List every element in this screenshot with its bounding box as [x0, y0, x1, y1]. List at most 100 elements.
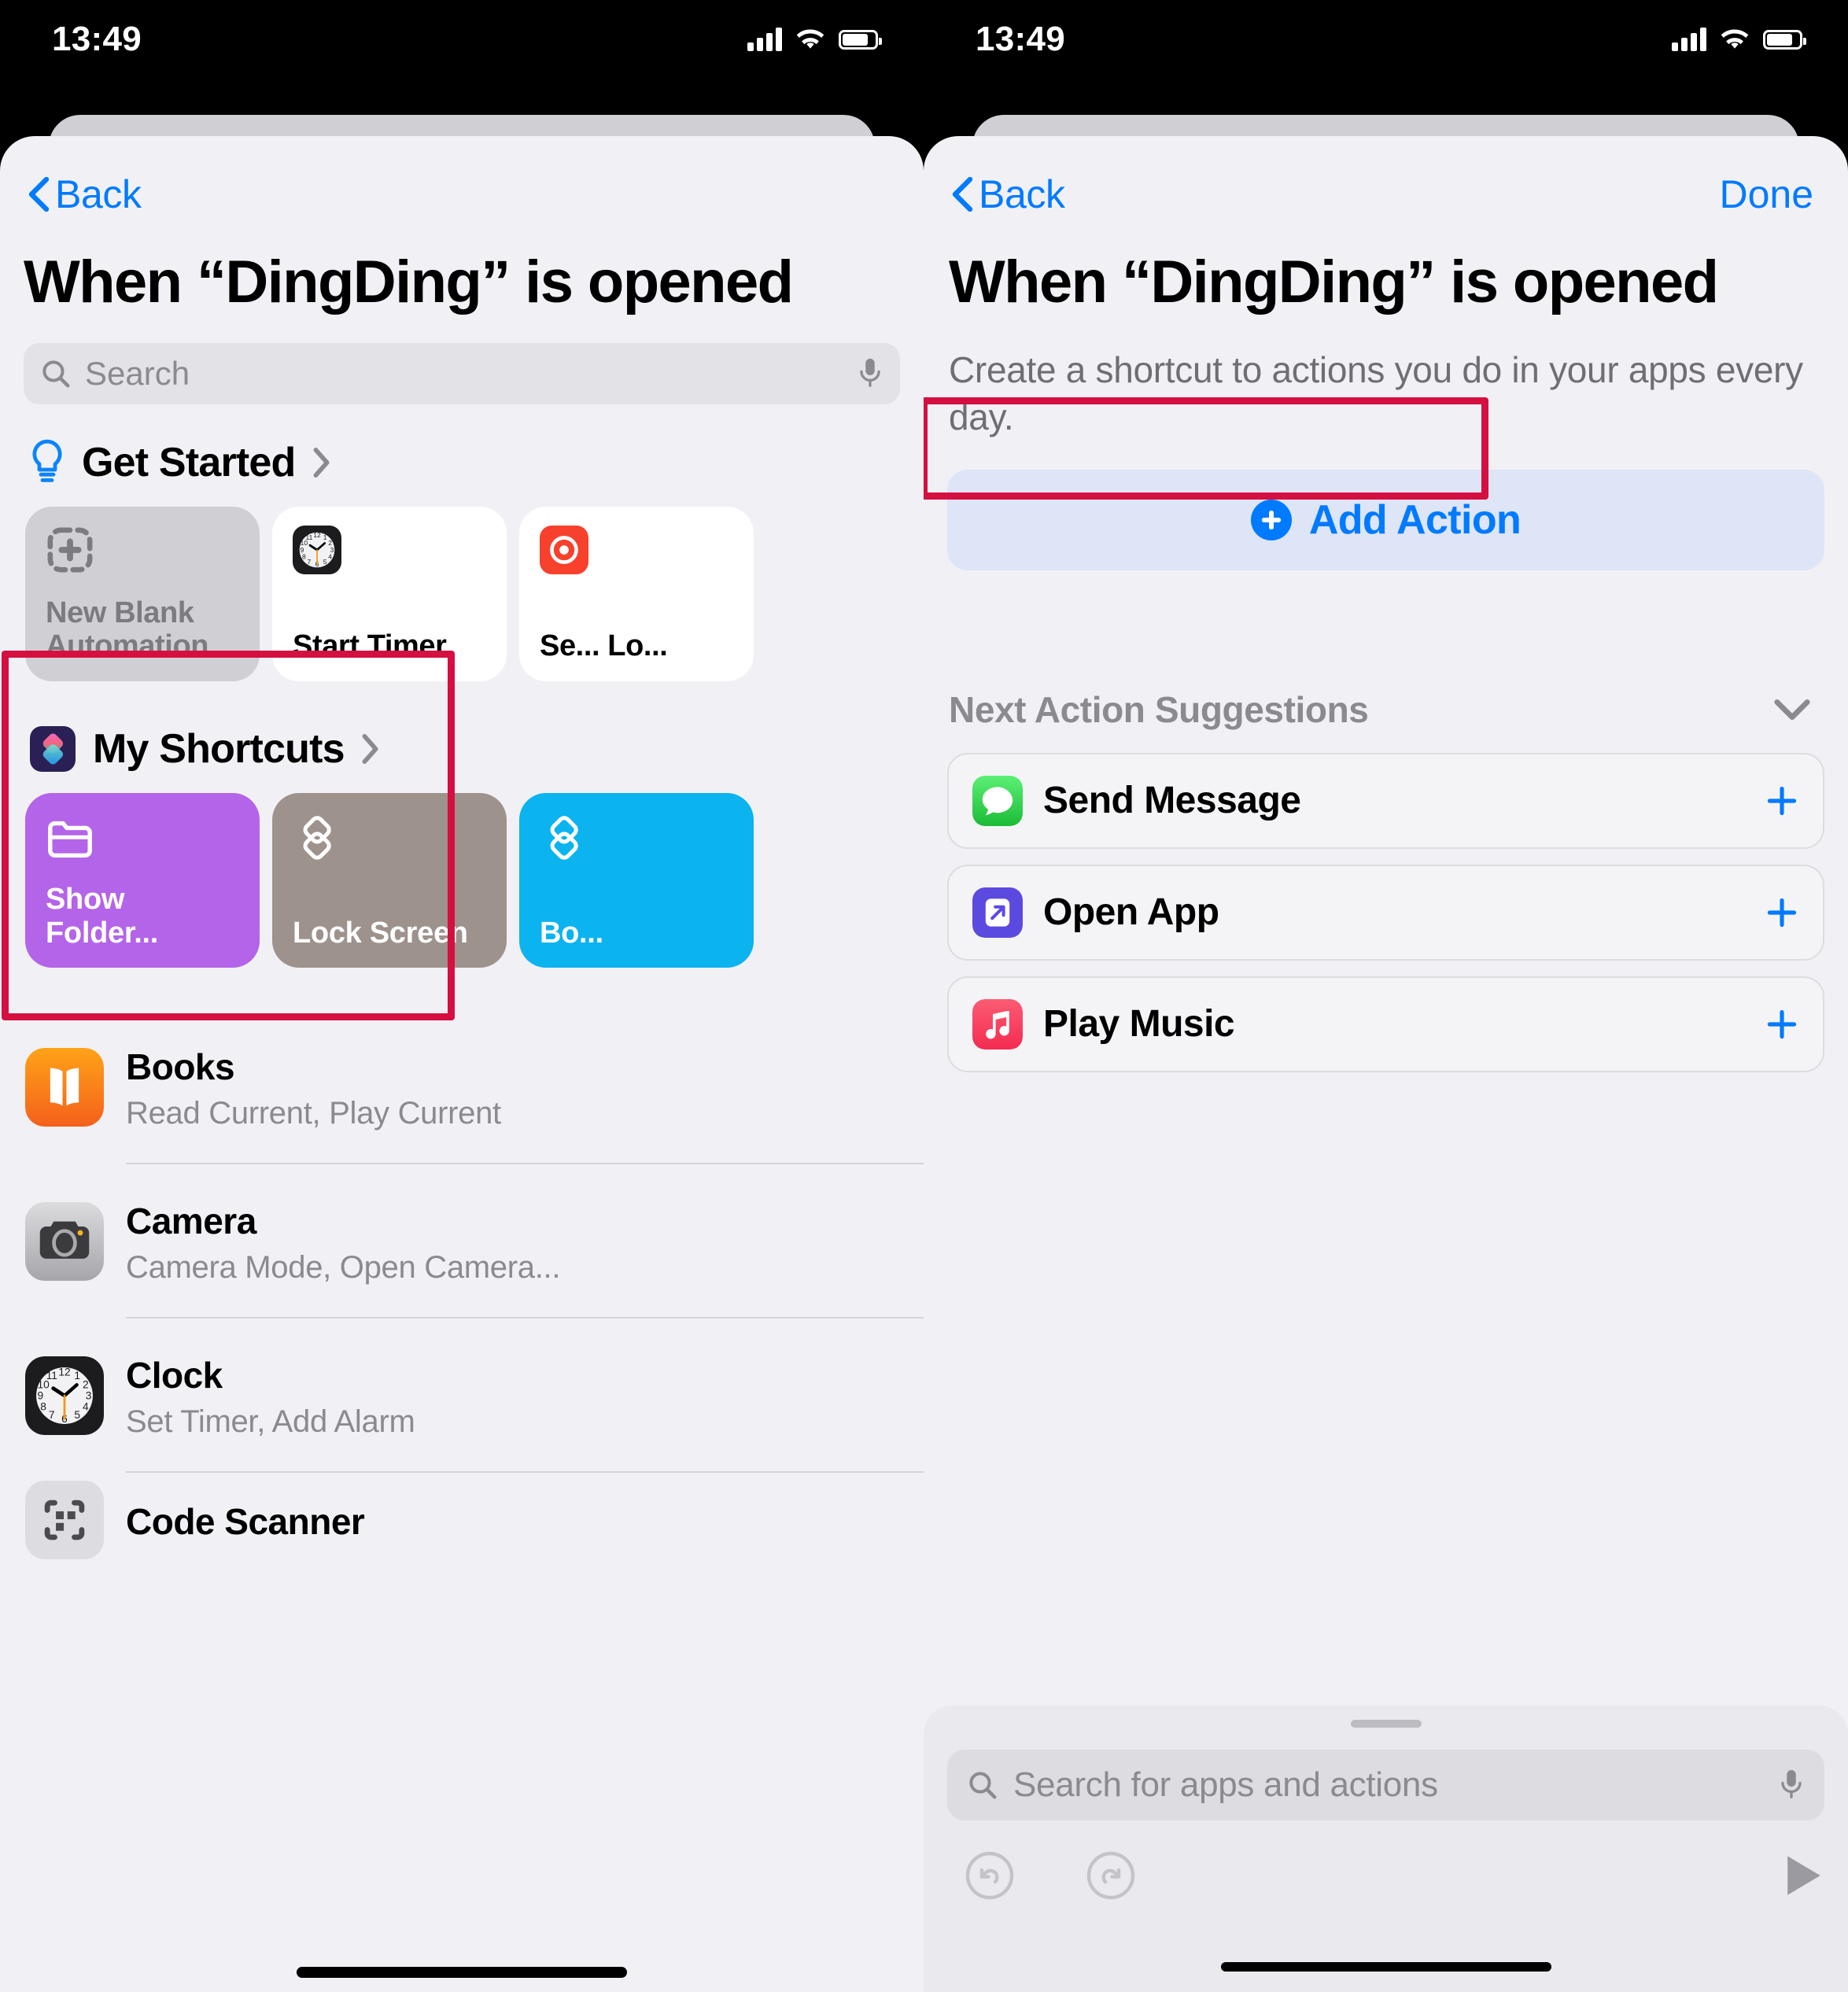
plus-circle-icon: [1250, 499, 1292, 540]
svg-text:9: 9: [301, 545, 304, 553]
card-set-lock[interactable]: Se... Lo...: [519, 506, 754, 681]
card-label: Start Timer: [293, 629, 447, 662]
suggestion-label: Send Message: [1043, 780, 1301, 822]
redo-icon[interactable]: [1086, 1850, 1136, 1901]
messages-app-icon: [972, 775, 1023, 826]
undo-icon[interactable]: [965, 1850, 1015, 1901]
folder-icon: [48, 821, 92, 858]
microphone-icon[interactable]: [858, 357, 883, 390]
suggestions-title: Next Action Suggestions: [949, 688, 1369, 730]
svg-text:8: 8: [40, 1400, 46, 1412]
status-time: 13:49: [52, 20, 142, 58]
svg-text:1: 1: [323, 533, 327, 541]
red-app-icon: [540, 525, 588, 574]
list-item-text: Books Read Current, Play Current: [126, 1042, 924, 1131]
shortcut-card-show-folder[interactable]: Show Folder...: [25, 792, 260, 968]
chevron-right-icon: [362, 733, 378, 764]
music-app-icon: [972, 998, 1023, 1049]
back-button-label: Back: [979, 172, 1065, 216]
svg-text:4: 4: [328, 552, 332, 560]
card-label: Se... Lo...: [540, 629, 668, 662]
wifi-icon: [1721, 29, 1749, 49]
plus-icon[interactable]: [1765, 895, 1799, 930]
list-item[interactable]: 1212 345 678 91011 Clock Set Time: [25, 1319, 924, 1473]
layers-diamond-icon: [303, 815, 331, 860]
my-shortcuts-card-row: Show Folder... Lock Screen Bo...: [0, 773, 924, 968]
shortcut-card-lock-screen[interactable]: Lock Screen: [272, 792, 507, 968]
app-subtitle: Read Current, Play Current: [126, 1096, 501, 1131]
status-icons: [747, 28, 882, 51]
add-action-button[interactable]: Add Action: [947, 469, 1824, 570]
home-indicator-left: [297, 1967, 627, 1978]
screenshot-root: 13:49 Back When “DingDing” is opened Sea…: [0, 0, 1848, 1992]
battery-icon: [1763, 29, 1806, 50]
list-item-text: Code Scanner: [126, 1497, 924, 1543]
get-started-card-row: New Blank Automation 1212 345 678 91011: [0, 486, 924, 681]
sheet-right: Back Done When “DingDing” is opened Crea…: [924, 136, 1848, 1992]
search-input-left[interactable]: Search: [24, 342, 900, 404]
my-shortcuts-header[interactable]: My Shortcuts: [0, 681, 924, 773]
done-button[interactable]: Done: [1719, 172, 1813, 217]
drag-handle[interactable]: [1350, 1720, 1422, 1728]
suggestion-play-music[interactable]: Play Music: [947, 976, 1824, 1072]
suggestion-send-message[interactable]: Send Message: [947, 752, 1824, 849]
page-title-right: When “DingDing” is opened: [949, 249, 1719, 315]
battery-icon: [839, 29, 882, 50]
bottom-search-input[interactable]: Search for apps and actions: [947, 1750, 1824, 1820]
chevron-left-icon: [952, 177, 972, 212]
app-subtitle: Camera Mode, Open Camera...: [126, 1250, 561, 1286]
next-action-suggestions-header[interactable]: Next Action Suggestions: [924, 570, 1848, 731]
play-icon[interactable]: [1783, 1853, 1824, 1898]
list-item[interactable]: Books Read Current, Play Current: [25, 1010, 924, 1164]
svg-text:9: 9: [38, 1389, 44, 1401]
suggestion-open-app[interactable]: Open App: [947, 864, 1824, 961]
list-item[interactable]: Code Scanner: [25, 1473, 924, 1567]
wifi-icon: [796, 29, 824, 49]
editor-toolbar: [947, 1850, 1824, 1901]
cellular-signal-icon: [747, 28, 782, 51]
open-app-icon: [972, 887, 1023, 938]
search-icon: [42, 360, 70, 388]
back-button-left[interactable]: Back: [28, 172, 142, 217]
clock-app-icon: 1212 345 678 91011: [25, 1356, 104, 1435]
plus-icon[interactable]: [1765, 1007, 1799, 1042]
code-scanner-app-icon: [25, 1480, 104, 1559]
microphone-icon[interactable]: [1779, 1769, 1804, 1802]
get-started-label: Get Started: [82, 439, 296, 485]
chevron-right-icon: [313, 447, 330, 478]
lightbulb-icon: [32, 439, 62, 482]
shortcuts-app-icon: [30, 725, 76, 772]
plus-icon[interactable]: [1765, 784, 1799, 818]
shortcut-card-label: Lock Screen: [293, 916, 468, 950]
app-name: Clock: [126, 1355, 223, 1396]
shortcut-card-bo[interactable]: Bo...: [519, 792, 754, 968]
cellular-signal-icon: [1672, 28, 1706, 51]
back-button-right[interactable]: Back: [952, 172, 1065, 217]
card-label: New Blank Automation: [46, 596, 209, 662]
svg-text:11: 11: [306, 533, 313, 541]
svg-text:2: 2: [83, 1378, 89, 1390]
chevron-down-icon[interactable]: [1774, 699, 1810, 721]
add-action-label: Add Action: [1308, 496, 1522, 543]
card-new-blank-automation[interactable]: New Blank Automation: [25, 506, 260, 681]
nav-bar-right: Back Done: [924, 136, 1848, 224]
get-started-header[interactable]: Get Started: [0, 404, 924, 486]
chevron-left-icon: [28, 177, 49, 212]
nav-bar-left: Back: [0, 136, 924, 224]
app-name: Code Scanner: [126, 1500, 365, 1542]
svg-text:12: 12: [313, 531, 321, 539]
list-item-text: Camera Camera Mode, Open Camera...: [126, 1197, 924, 1286]
books-app-icon: [25, 1047, 104, 1127]
sheet-left: Back When “DingDing” is opened Search Ge…: [0, 136, 924, 1992]
shortcut-card-label: Bo...: [540, 916, 603, 950]
list-item[interactable]: Camera Camera Mode, Open Camera...: [25, 1164, 924, 1319]
svg-text:7: 7: [308, 558, 312, 566]
card-start-timer[interactable]: 1212 345 678 91011 Start Timer: [272, 506, 507, 681]
status-time: 13:49: [976, 20, 1066, 58]
bottom-sheet: Search for apps and actions: [924, 1706, 1848, 1992]
svg-text:11: 11: [46, 1370, 57, 1381]
app-list: Books Read Current, Play Current Camera …: [0, 968, 924, 1567]
status-bar-right: 13:49: [924, 0, 1848, 79]
shortcut-card-label: Show Folder...: [46, 882, 158, 950]
status-bar-left: 13:49: [0, 0, 924, 79]
